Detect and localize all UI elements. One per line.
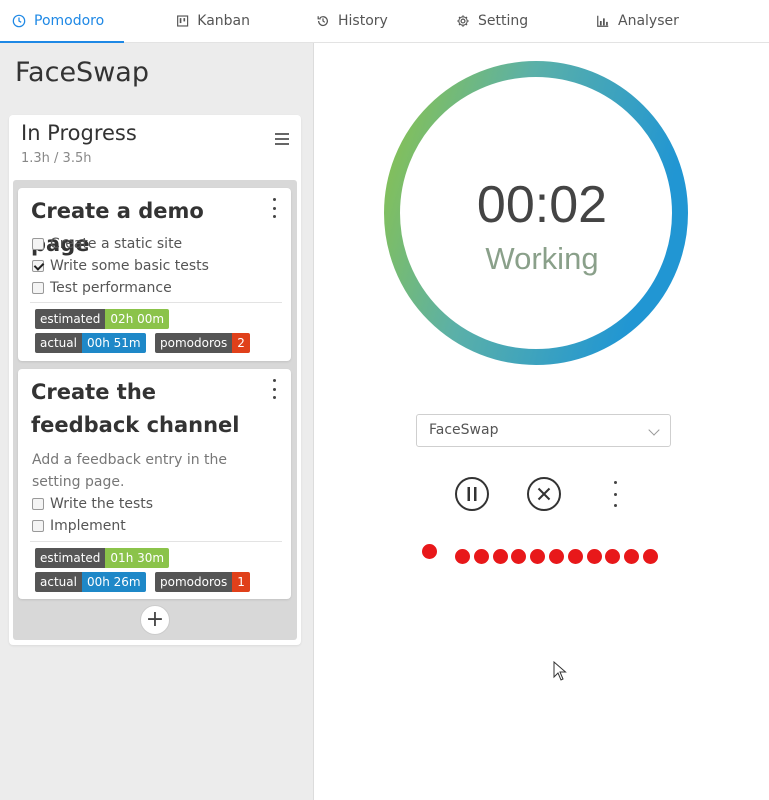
more-vertical-icon[interactable] xyxy=(271,198,277,218)
cancel-icon[interactable] xyxy=(526,476,562,512)
add-card-button[interactable]: + xyxy=(140,605,170,635)
bar-chart-icon xyxy=(597,15,609,27)
kanban-column-in-progress: In Progress 1.3h / 3.5h Create a demo pa… xyxy=(9,115,301,645)
pomodoro-dot xyxy=(492,549,508,564)
chevron-down-icon xyxy=(648,424,660,436)
checklist-label: Test performance xyxy=(50,280,172,296)
checklist-label: Create a static site xyxy=(50,236,183,252)
top-navigation: Pomodoro Kanban History Setting Analyser xyxy=(0,0,769,43)
pomodoro-dot-current xyxy=(422,544,437,559)
clock-icon xyxy=(12,14,26,28)
column-title: In Progress xyxy=(21,121,137,145)
badge-key: actual xyxy=(35,333,82,353)
project-select-value: FaceSwap xyxy=(429,422,499,438)
tab-history[interactable]: History xyxy=(264,0,404,42)
pomodoro-dot xyxy=(643,549,658,564)
tab-kanban[interactable]: Kanban xyxy=(124,0,264,42)
checkbox[interactable] xyxy=(32,282,44,294)
badge-value: 00h 26m xyxy=(81,572,146,592)
checkbox[interactable] xyxy=(32,498,44,510)
column-time-summary: 1.3h / 3.5h xyxy=(21,151,92,166)
pomodoro-dot xyxy=(455,549,470,564)
column-card-list: Create a demo page Create a static site … xyxy=(13,180,297,640)
badge-key: pomodoros xyxy=(155,333,233,353)
pomodoro-dot xyxy=(605,549,621,564)
mouse-cursor-icon xyxy=(553,661,567,681)
tab-setting[interactable]: Setting xyxy=(404,0,544,42)
checklist-item[interactable]: Test performance xyxy=(32,280,172,296)
pomodoro-dot xyxy=(567,549,583,564)
more-vertical-icon[interactable] xyxy=(612,481,618,507)
estimated-badge: estimated 02h 00m xyxy=(35,309,170,329)
checklist-item[interactable]: Create a static site xyxy=(32,236,182,252)
divider xyxy=(30,302,282,303)
card-title: Create the feedback channel xyxy=(31,380,240,437)
estimated-badge: estimated 01h 30m xyxy=(35,548,170,568)
checklist-label: Write some basic tests xyxy=(50,258,209,274)
timer-display: 00:02 xyxy=(476,176,608,234)
tab-label: History xyxy=(338,13,388,29)
column-header: In Progress 1.3h / 3.5h xyxy=(21,121,137,166)
pomodoros-badge: pomodoros 1 xyxy=(155,572,250,592)
timer-status: Working xyxy=(485,241,599,276)
gear-icon xyxy=(457,15,469,27)
checklist-label: Implement xyxy=(50,518,126,534)
kanban-icon xyxy=(177,15,189,27)
pomodoro-dot xyxy=(511,549,527,564)
badge-value: 2 xyxy=(232,333,250,353)
pomodoro-dot xyxy=(473,549,489,564)
badge-value: 00h 51m xyxy=(81,333,146,353)
pomodoros-badge: pomodoros 2 xyxy=(155,333,250,353)
card-description: Add a feedback entry in the setting page… xyxy=(32,452,228,490)
actual-badge: actual 00h 26m xyxy=(35,572,146,592)
pomodoro-count-indicator xyxy=(315,543,769,573)
checkbox[interactable] xyxy=(32,520,44,532)
tab-label: Setting xyxy=(478,13,529,29)
badge-key: actual xyxy=(35,572,82,592)
actual-badge: actual 00h 51m xyxy=(35,333,146,353)
task-card[interactable]: Create the feedback channel Add a feedba… xyxy=(18,369,291,599)
checklist-item[interactable]: Write the tests xyxy=(32,496,153,512)
project-select[interactable]: FaceSwap xyxy=(416,414,671,447)
pomodoro-dot xyxy=(624,549,640,564)
badge-key: pomodoros xyxy=(155,572,233,592)
task-card[interactable]: Create a demo page Create a static site … xyxy=(18,188,291,361)
tab-label: Pomodoro xyxy=(34,13,105,29)
kanban-panel: FaceSwap In Progress 1.3h / 3.5h Create … xyxy=(0,43,314,800)
badge-value: 01h 30m xyxy=(105,548,170,568)
checklist-item[interactable]: Write some basic tests xyxy=(32,258,209,274)
checkbox[interactable] xyxy=(32,238,44,250)
pause-icon[interactable] xyxy=(454,476,490,512)
timer-panel: 00:02 Working FaceSwap xyxy=(315,43,769,800)
history-icon xyxy=(317,16,328,27)
badge-key: estimated xyxy=(35,309,106,329)
badge-key: estimated xyxy=(35,548,106,568)
tab-label: Analyser xyxy=(618,13,679,29)
tab-pomodoro[interactable]: Pomodoro xyxy=(0,0,124,43)
hamburger-icon[interactable] xyxy=(275,133,289,145)
badge-value: 02h 00m xyxy=(105,309,170,329)
badge-value: 1 xyxy=(232,572,250,592)
checklist-label: Write the tests xyxy=(50,496,154,512)
pomodoro-dot xyxy=(530,549,546,564)
divider xyxy=(30,541,282,542)
checkbox-checked[interactable] xyxy=(32,260,44,272)
tab-analyser[interactable]: Analyser xyxy=(544,0,694,42)
pomodoro-dot xyxy=(586,549,602,564)
pomodoro-dot xyxy=(549,549,564,564)
checklist-item[interactable]: Implement xyxy=(32,518,126,534)
tab-label: Kanban xyxy=(197,13,250,29)
project-title: FaceSwap xyxy=(15,57,149,88)
more-vertical-icon[interactable] xyxy=(271,379,277,399)
